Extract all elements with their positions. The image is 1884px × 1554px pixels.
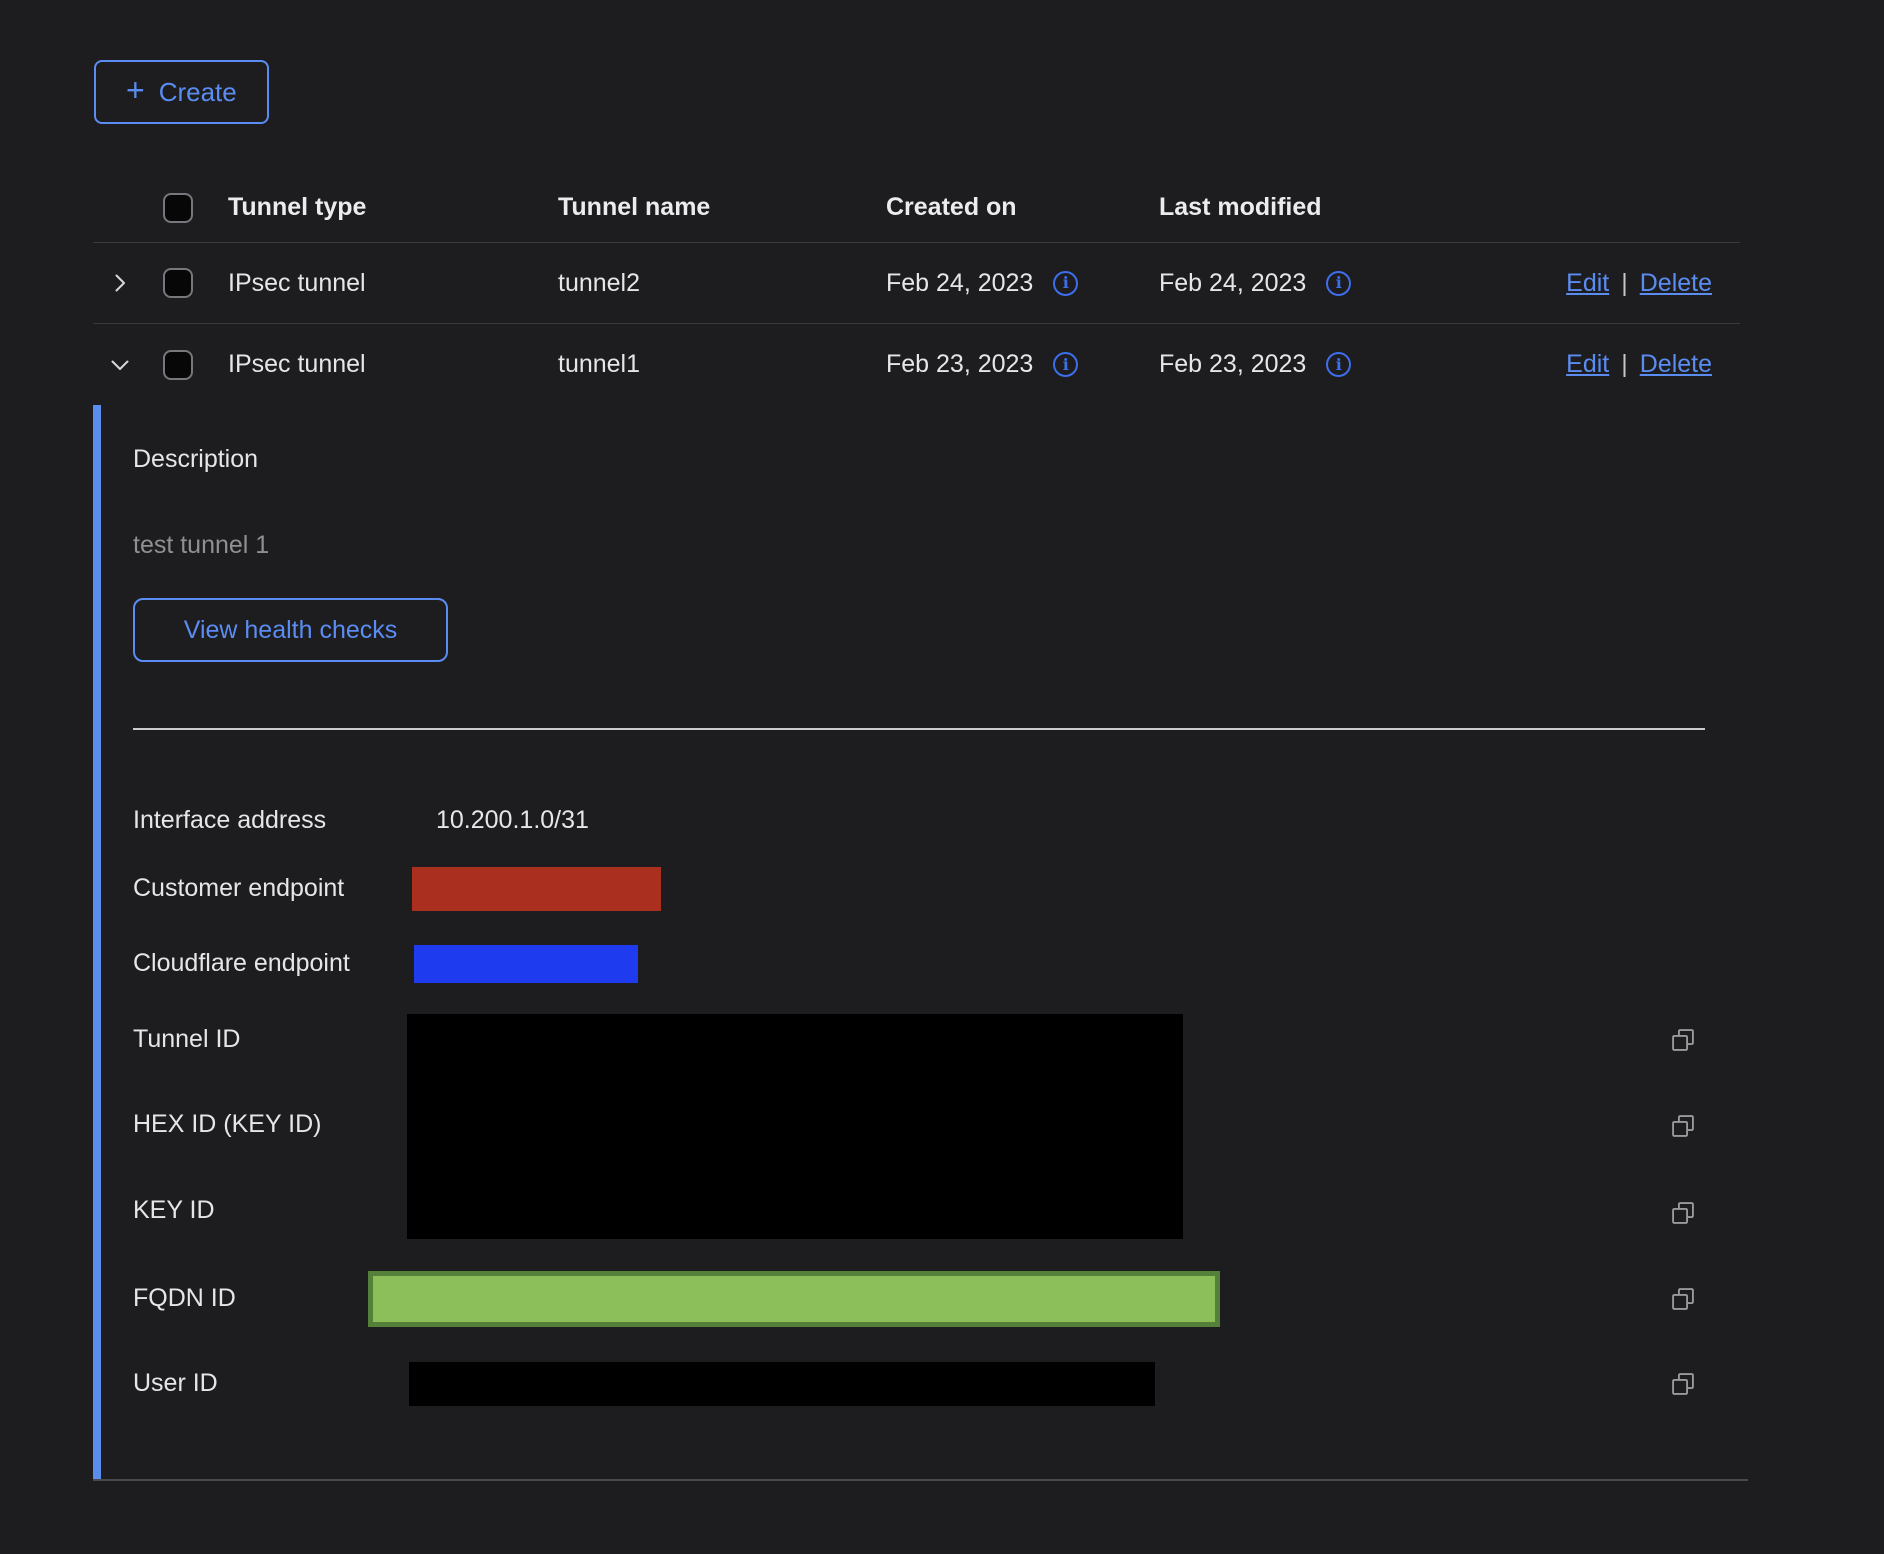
tunnel-name-cell: tunnel2 xyxy=(558,269,886,298)
created-on-cell: Feb 24, 2023 xyxy=(886,269,1033,298)
copy-icon xyxy=(1669,1199,1697,1227)
chevron-down-icon xyxy=(108,353,132,377)
copy-key-id-button[interactable] xyxy=(1669,1199,1697,1227)
field-label-cloudflare-endpoint: Cloudflare endpoint xyxy=(133,949,350,978)
view-health-checks-button[interactable]: View health checks xyxy=(133,598,448,662)
create-button[interactable]: + Create xyxy=(94,60,269,124)
delete-link[interactable]: Delete xyxy=(1640,350,1712,379)
tunnels-table: Tunnel type Tunnel name Created on Last … xyxy=(93,173,1740,405)
select-all-checkbox[interactable] xyxy=(163,193,193,223)
info-icon[interactable]: i xyxy=(1053,271,1078,296)
field-label-user-id: User ID xyxy=(133,1369,218,1398)
field-label-key-id: KEY ID xyxy=(133,1196,215,1225)
interface-address-value: 10.200.1.0/31 xyxy=(436,806,589,835)
created-on-cell: Feb 23, 2023 xyxy=(886,350,1033,379)
collapse-row-button[interactable] xyxy=(108,353,132,377)
copy-icon xyxy=(1669,1112,1697,1140)
delete-link[interactable]: Delete xyxy=(1640,269,1712,298)
action-separator: | xyxy=(1621,350,1628,379)
info-icon[interactable]: i xyxy=(1326,271,1351,296)
tunnel-detail-panel: Description test tunnel 1 View health ch… xyxy=(93,405,1793,1479)
customer-endpoint-redaction xyxy=(412,867,661,911)
plus-icon: + xyxy=(126,74,145,106)
cloudflare-endpoint-redaction xyxy=(414,945,638,983)
copy-icon xyxy=(1669,1026,1697,1054)
field-label-tunnel-id: Tunnel ID xyxy=(133,1025,240,1054)
ids-redaction xyxy=(407,1014,1183,1239)
tunnels-section: + Create Tunnel type Tunnel name Created… xyxy=(93,0,1793,1481)
detail-divider xyxy=(133,728,1705,730)
info-icon[interactable]: i xyxy=(1053,352,1078,377)
copy-icon xyxy=(1669,1370,1697,1398)
copy-fqdn-id-button[interactable] xyxy=(1669,1285,1697,1313)
table-row-tunnel1: IPsec tunnel tunnel1 Feb 23, 2023 i Feb … xyxy=(93,324,1740,405)
copy-icon xyxy=(1669,1285,1697,1313)
table-bottom-divider xyxy=(93,1479,1748,1481)
action-separator: | xyxy=(1621,269,1628,298)
tunnel-type-cell: IPsec tunnel xyxy=(228,350,558,379)
field-label-interface-address: Interface address xyxy=(133,806,326,835)
edit-link[interactable]: Edit xyxy=(1566,350,1609,379)
user-id-redaction xyxy=(409,1362,1155,1406)
tunnel-name-cell: tunnel1 xyxy=(558,350,886,379)
column-header-tunnel-type: Tunnel type xyxy=(228,193,558,222)
expand-row-button[interactable] xyxy=(108,271,132,295)
copy-user-id-button[interactable] xyxy=(1669,1370,1697,1398)
column-header-created-on: Created on xyxy=(886,193,1159,222)
field-label-customer-endpoint: Customer endpoint xyxy=(133,874,344,903)
description-label: Description xyxy=(133,445,258,474)
copy-tunnel-id-button[interactable] xyxy=(1669,1026,1697,1054)
table-row-tunnel2: IPsec tunnel tunnel2 Feb 24, 2023 i Feb … xyxy=(93,243,1740,324)
create-button-label: Create xyxy=(159,77,237,108)
description-value: test tunnel 1 xyxy=(133,531,269,560)
last-modified-cell: Feb 23, 2023 xyxy=(1159,350,1306,379)
table-header-row: Tunnel type Tunnel name Created on Last … xyxy=(93,173,1740,243)
fqdn-id-redaction xyxy=(368,1271,1220,1327)
row-checkbox[interactable] xyxy=(163,350,193,380)
column-header-tunnel-name: Tunnel name xyxy=(558,193,886,222)
edit-link[interactable]: Edit xyxy=(1566,269,1609,298)
row-checkbox[interactable] xyxy=(163,268,193,298)
field-label-hex-id: HEX ID (KEY ID) xyxy=(133,1110,321,1139)
copy-hex-id-button[interactable] xyxy=(1669,1112,1697,1140)
field-label-fqdn-id: FQDN ID xyxy=(133,1284,236,1313)
last-modified-cell: Feb 24, 2023 xyxy=(1159,269,1306,298)
info-icon[interactable]: i xyxy=(1326,352,1351,377)
chevron-right-icon xyxy=(108,271,132,295)
tunnel-type-cell: IPsec tunnel xyxy=(228,269,558,298)
column-header-last-modified: Last modified xyxy=(1159,193,1439,222)
